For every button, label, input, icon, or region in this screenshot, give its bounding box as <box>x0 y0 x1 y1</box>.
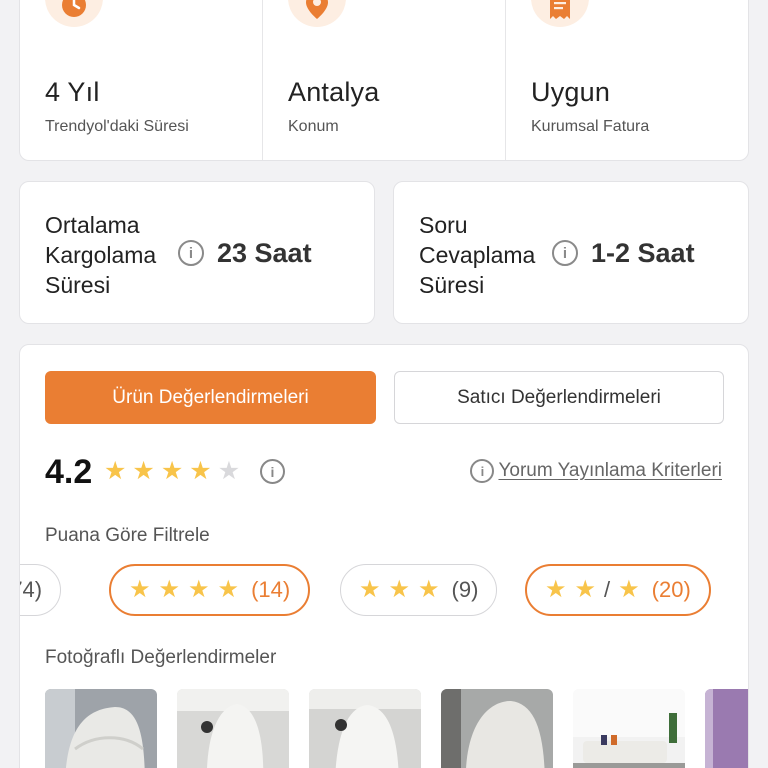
rating-stars: ★ ★ ★ ★ ★ <box>104 459 240 484</box>
star-icon: ★ <box>388 576 411 603</box>
filter-count: (14) <box>251 577 291 602</box>
location-pin-icon <box>288 0 346 27</box>
seller-location-value: Antalya <box>288 77 380 107</box>
seller-invoice-value: Uygun <box>531 77 611 107</box>
info-icon[interactable]: i <box>260 459 285 484</box>
star-icon: ★ <box>160 457 184 485</box>
review-photo[interactable] <box>441 689 553 768</box>
review-photo[interactable] <box>309 689 421 768</box>
shipping-time-card: Ortalama Kargolama Süresi i 23 Saat <box>19 181 375 324</box>
star-icon: ★ <box>189 457 212 485</box>
clock-icon <box>45 0 103 27</box>
tab-seller-reviews[interactable]: Satıcı Değerlendirmeleri <box>394 371 724 424</box>
star-icon: ★ <box>129 576 151 603</box>
review-photo[interactable] <box>705 689 748 768</box>
seller-location: Antalya Konum <box>263 0 506 160</box>
filter-title: Puana Göre Filtrele <box>45 525 210 546</box>
shipping-time-value: 23 Saat <box>217 238 312 268</box>
info-icon: i <box>470 459 495 483</box>
seller-duration-value: 4 Yıl <box>45 77 100 107</box>
tab-product-reviews[interactable]: Ürün Değerlendirmeleri <box>45 371 376 424</box>
seller-invoice-label: Kurumsal Fatura <box>531 118 650 135</box>
filter-count: (20) <box>651 577 691 602</box>
seller-duration-label: Trendyol'daki Süresi <box>45 118 189 135</box>
star-icon: ★ <box>359 576 381 603</box>
photo-reviews-title: Fotoğraflı Değerlendirmeler <box>45 647 277 668</box>
review-criteria-label: Yorum Yayınlama Kriterleri <box>498 460 722 481</box>
seller-invoice: Uygun Kurumsal Fatura <box>506 0 748 160</box>
shipping-time-label: Ortalama Kargolama Süresi <box>45 212 157 298</box>
star-icon: ★ <box>217 576 240 603</box>
star-icon: ★ <box>574 576 597 603</box>
photo-reviews-list <box>45 689 748 768</box>
filter-count: (74) <box>20 577 43 602</box>
seller-location-label: Konum <box>288 118 339 135</box>
review-photo[interactable] <box>573 689 685 768</box>
review-photo[interactable] <box>45 689 157 768</box>
average-rating: 4.2 <box>45 453 93 491</box>
info-icon[interactable]: i <box>178 240 204 266</box>
separator: / <box>604 577 611 602</box>
filter-chip-3-stars[interactable]: ★ ★ ★ (9) <box>340 564 498 616</box>
star-icon: ★ <box>104 457 127 485</box>
star-icon: ★ <box>618 576 640 603</box>
star-icon: ★ <box>418 576 440 603</box>
star-icon: ★ <box>545 576 567 603</box>
filter-chip-all[interactable]: (74) <box>20 564 62 616</box>
info-icon[interactable]: i <box>552 240 578 266</box>
answer-time-card: Soru Cevaplama Süresi i 1-2 Saat <box>393 181 749 324</box>
reviews-card: Ürün Değerlendirmeleri Satıcı Değerlendi… <box>19 344 749 768</box>
star-icon: ★ <box>188 576 210 603</box>
invoice-icon <box>531 0 589 27</box>
filter-count: (9) <box>451 577 479 602</box>
star-icon: ★ <box>158 576 181 603</box>
answer-time-value: 1-2 Saat <box>591 238 695 268</box>
star-empty-icon: ★ <box>217 457 241 485</box>
filter-chip-4-stars[interactable]: ★ ★ ★ ★ (14) <box>109 564 311 616</box>
star-icon: ★ <box>132 457 155 485</box>
seller-duration: 4 Yıl Trendyol'daki Süresi <box>20 0 263 160</box>
answer-time-label: Soru Cevaplama Süresi <box>419 212 536 298</box>
seller-info-card: 4 Yıl Trendyol'daki Süresi Antalya Konum… <box>19 0 749 161</box>
filter-chip-2-stars[interactable]: ★ ★ / ★ (20) <box>525 564 711 616</box>
review-criteria-link[interactable]: i Yorum Yayınlama Kriterleri <box>470 459 722 483</box>
review-photo[interactable] <box>177 689 289 768</box>
